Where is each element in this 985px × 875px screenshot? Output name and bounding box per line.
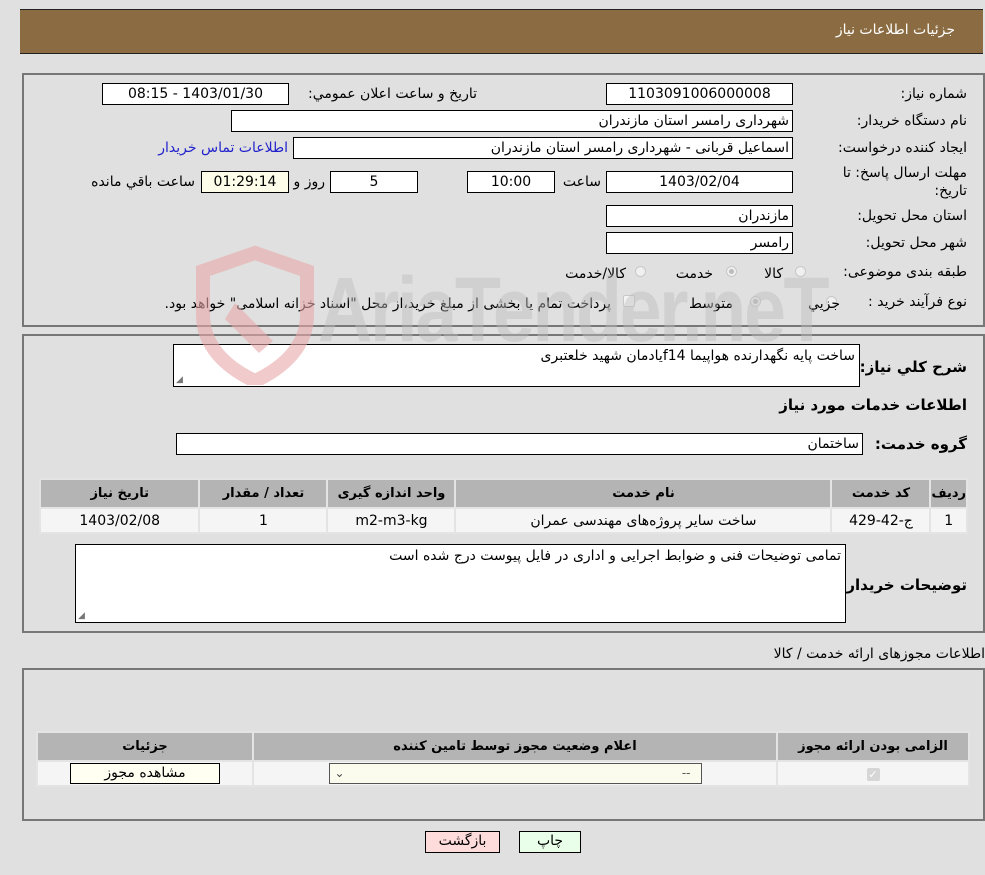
summary-label: شرح كلي نياز: [859, 358, 967, 376]
cell-permit-required: ✓ [778, 762, 968, 785]
treasury-checkbox[interactable] [623, 295, 635, 307]
cell-unit: m2-m3-kg [328, 509, 455, 532]
category-label: طبقه بندی موضوعی: [843, 264, 967, 280]
services-table: رديف كد خدمت نام خدمت واحد اندازه گيری ت… [39, 478, 968, 534]
time-remaining-label: ساعت باقي مانده [91, 174, 195, 190]
treasury-note: پرداخت تمام یا بخشی از مبلغ خرید،از محل … [164, 296, 611, 312]
deadline-time-field[interactable]: 10:00 [467, 171, 555, 193]
cell-permit-details: مشاهده مجوز [38, 762, 252, 785]
permits-section-title: اطلاعات مجوزهای ارائه خدمت / کالا [773, 646, 985, 662]
chevron-down-icon: ⌄ [334, 766, 345, 780]
buyer-org-field[interactable]: شهرداری رامسر استان مازندران [231, 110, 793, 132]
resize-grip-icon[interactable]: ◢ [176, 375, 183, 385]
col-quantity: تعداد / مقدار [200, 480, 327, 507]
view-permit-button[interactable]: مشاهده مجوز [70, 763, 220, 784]
category-service-label: خدمت [675, 266, 713, 282]
permits-table: الزامی بودن ارائه مجوز اعلام وضعیت مجوز … [36, 731, 970, 787]
buyer-notes-text: تمامی توضیحات فنی و ضوابط اجرایی و اداری… [389, 548, 841, 564]
services-table-header: رديف كد خدمت نام خدمت واحد اندازه گيری ت… [41, 480, 966, 507]
category-goods-service-label: کالا/خدمت [565, 266, 626, 282]
announce-datetime-label: تاریخ و ساعت اعلان عمومي: [308, 86, 477, 102]
category-service-radio[interactable] [726, 266, 737, 277]
delivery-province-label: استان محل تحویل: [857, 208, 967, 224]
cell-service-code: ج-42-429 [832, 509, 930, 532]
need-number-field[interactable]: 1103091006000008 [606, 83, 793, 105]
buyer-notes-label: توضيحات خريدار: [840, 576, 967, 594]
service-group-field[interactable]: ساختمان [176, 433, 863, 455]
days-label: روز و [293, 174, 326, 190]
summary-text: ساخت پایه نگهدارنده هواپیما f14یادمان شه… [540, 348, 855, 364]
col-permit-required: الزامی بودن ارائه مجوز [778, 733, 968, 760]
col-row: رديف [931, 480, 966, 507]
deadline-time-label: ساعت [562, 174, 601, 190]
process-minor-label: جزيي [808, 296, 840, 312]
col-service-code: كد خدمت [832, 480, 930, 507]
category-goods-radio[interactable] [795, 266, 806, 277]
announce-datetime-field[interactable]: 1403/01/30 - 08:15 [102, 83, 289, 105]
cell-permit-status: -- ⌄ [254, 762, 776, 785]
col-permit-details: جزئیات [38, 733, 252, 760]
cell-quantity: 1 [200, 509, 327, 532]
delivery-city-field[interactable]: رامسر [606, 232, 793, 254]
resize-grip-icon[interactable]: ◢ [78, 611, 85, 621]
process-medium-label: متوسط [689, 296, 733, 312]
page-title: جزئیات اطلاعات نیاز [835, 22, 955, 38]
col-service-name: نام خدمت [456, 480, 831, 507]
summary-textarea[interactable]: ساخت پایه نگهدارنده هواپیما f14یادمان شه… [173, 344, 860, 387]
delivery-province-field[interactable]: مازندران [606, 205, 793, 227]
permit-required-checkbox[interactable]: ✓ [866, 767, 880, 781]
permits-table-header: الزامی بودن ارائه مجوز اعلام وضعیت مجوز … [38, 733, 968, 760]
buyer-notes-textarea[interactable]: تمامی توضیحات فنی و ضوابط اجرایی و اداری… [75, 544, 846, 623]
requester-field[interactable]: اسماعیل قربانی - شهرداری رامسر استان ماز… [293, 137, 793, 159]
purchase-process-label: نوع فرآیند خرید : [868, 294, 967, 310]
buyer-contact-link[interactable]: اطلاعات تماس خريدار [158, 140, 288, 156]
need-number-label: شماره نیاز: [900, 86, 968, 102]
service-group-label: گروه خدمت: [874, 435, 967, 453]
requester-label: ایجاد کننده درخواست: [838, 140, 967, 156]
table-row: ✓ -- ⌄ مشاهده مجوز [38, 762, 968, 785]
cell-need-date: 1403/02/08 [41, 509, 199, 532]
col-unit: واحد اندازه گيری [328, 480, 455, 507]
services-section-title: اطلاعات خدمات مورد نياز [779, 396, 967, 414]
permit-status-select[interactable]: -- ⌄ [328, 763, 702, 784]
cell-row: 1 [931, 509, 966, 532]
print-button[interactable]: چاپ [519, 831, 581, 853]
back-button[interactable]: بازگشت [425, 831, 500, 853]
time-remaining-field: 01:29:14 [201, 171, 289, 193]
cell-service-name: ساخت سایر پروژه‌های مهندسی عمران [456, 509, 831, 532]
permit-status-value: -- [681, 766, 691, 780]
category-goods-service-radio[interactable] [635, 266, 646, 277]
table-row: 1 ج-42-429 ساخت سایر پروژه‌های مهندسی عم… [41, 509, 966, 532]
process-medium-radio[interactable] [750, 296, 761, 307]
page-header: جزئیات اطلاعات نیاز [20, 9, 983, 54]
col-permit-status: اعلام وضعیت مجوز توسط تامین کننده [254, 733, 776, 760]
deadline-date-field[interactable]: 1403/02/04 [606, 171, 793, 193]
col-need-date: تاريخ نياز [41, 480, 199, 507]
category-goods-label: کالا [764, 266, 783, 282]
buyer-org-label: نام دستگاه خريدار: [856, 113, 967, 129]
deadline-label: مهلت ارسال پاسخ: تا تاریخ: [842, 165, 967, 199]
days-remaining-field[interactable]: 5 [330, 171, 418, 193]
delivery-city-label: شهر محل تحویل: [865, 235, 967, 251]
